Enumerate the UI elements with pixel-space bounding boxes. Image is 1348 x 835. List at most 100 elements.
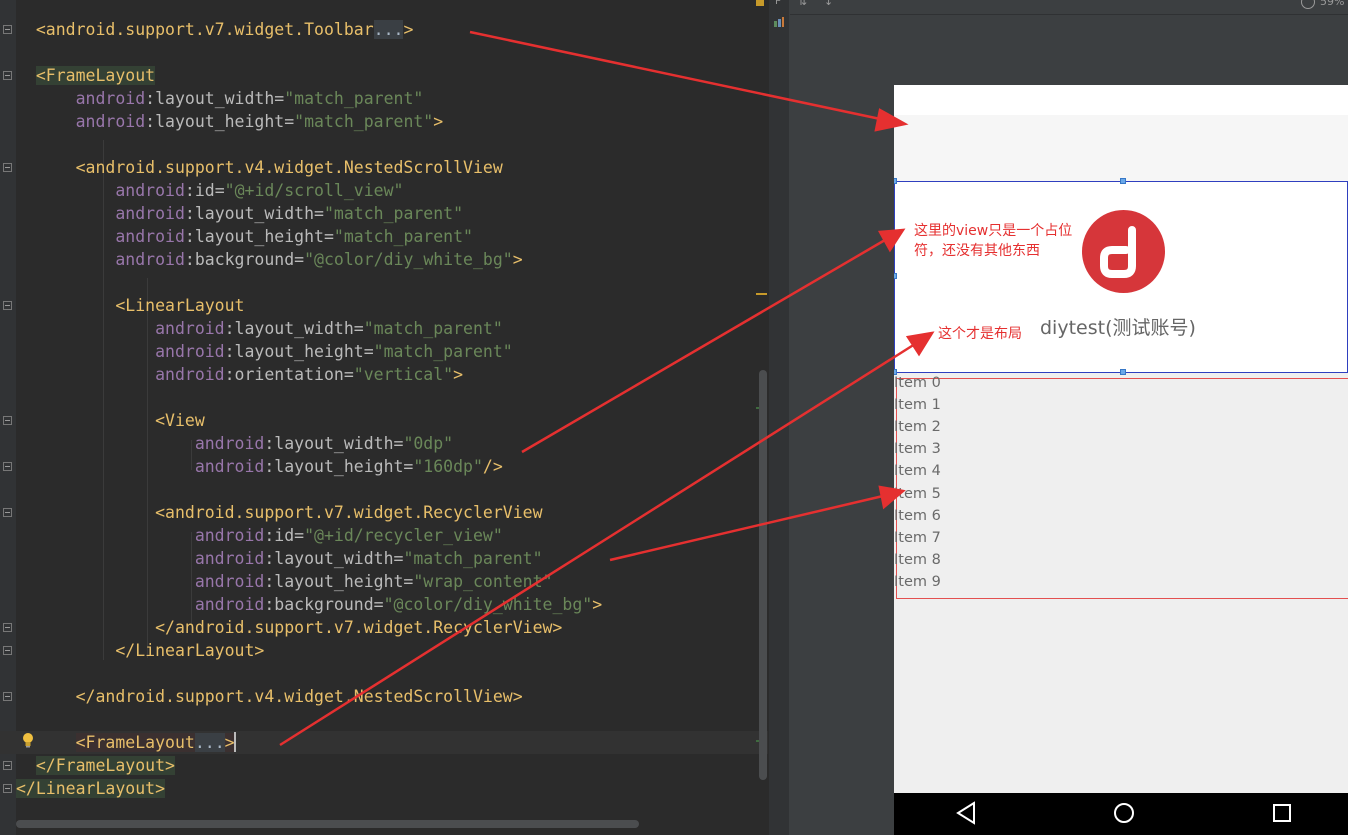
code-token: :layout_width= — [264, 434, 404, 453]
editor-gutter — [0, 0, 16, 835]
xml-tag: </FrameLayout> — [35, 756, 175, 775]
code-token: "0dp" — [403, 434, 454, 453]
code-line[interactable]: android:layout_height="wrap_content" — [16, 570, 553, 593]
code-line[interactable]: </android.support.v7.widget.RecyclerView… — [16, 616, 562, 639]
code-token: android — [115, 227, 185, 246]
code-line[interactable]: android:orientation="vertical"> — [16, 363, 463, 386]
resize-handle[interactable] — [894, 273, 897, 279]
palette-tab-label[interactable]: P — [775, 0, 781, 7]
fold-toggle-icon[interactable] — [3, 646, 12, 655]
fold-toggle-icon[interactable] — [3, 462, 12, 471]
code-line[interactable]: <FrameLayout — [16, 64, 156, 87]
code-line[interactable]: android:layout_height="160dp"/> — [16, 455, 503, 478]
code-line[interactable]: </FrameLayout> — [16, 754, 175, 777]
horizontal-scrollbar[interactable] — [16, 820, 639, 828]
list-item: Item 8 — [894, 551, 941, 568]
code-line[interactable]: android:id="@+id/scroll_view" — [16, 179, 403, 202]
code-token: :background= — [264, 595, 384, 614]
zoom-icon[interactable] — [1301, 0, 1315, 9]
code-line[interactable]: android:layout_width="match_parent" — [16, 87, 424, 110]
code-token: android — [194, 572, 265, 591]
folded-placeholder[interactable]: ... — [194, 733, 225, 752]
recycler-view-outline[interactable] — [896, 378, 1348, 599]
code-token: android — [194, 434, 265, 453]
code-token: android — [155, 365, 225, 384]
code-token: "match_parent" — [373, 342, 513, 361]
list-item: Item 7 — [894, 529, 941, 546]
resize-handle[interactable] — [1120, 178, 1126, 184]
list-item: Item 2 — [894, 419, 941, 436]
xml-tag: /> — [482, 457, 503, 476]
code-token: android — [194, 457, 265, 476]
code-line[interactable]: android:layout_width="0dp" — [16, 432, 453, 455]
folded-placeholder[interactable]: ... — [373, 20, 404, 39]
code-line[interactable]: <android.support.v7.widget.RecyclerView — [16, 501, 542, 524]
fold-toggle-icon[interactable] — [3, 761, 12, 770]
code-line[interactable]: android:layout_height="match_parent" — [16, 340, 513, 363]
code-line[interactable]: android:layout_width="match_parent" — [16, 317, 503, 340]
code-line[interactable]: <android.support.v4.widget.NestedScrollV… — [16, 156, 503, 179]
code-line[interactable]: android:background="@color/diy_white_bg"… — [16, 248, 523, 271]
code-line[interactable]: android:layout_height="match_parent" — [16, 225, 473, 248]
xml-tag: > — [592, 595, 603, 614]
xml-tag: <android.support.v7.widget.Toolbar — [35, 20, 374, 39]
pan-icon[interactable]: ⇅ — [798, 0, 807, 8]
fold-toggle-icon[interactable] — [3, 71, 12, 80]
code-line[interactable]: <LinearLayout — [16, 294, 244, 317]
app-logo-icon — [1082, 210, 1165, 293]
code-token: "wrap_content" — [413, 572, 553, 591]
fold-toggle-icon[interactable] — [3, 623, 12, 632]
fold-toggle-icon[interactable] — [3, 416, 12, 425]
preview-side-strip: P — [768, 0, 789, 835]
fold-toggle-icon[interactable] — [3, 784, 12, 793]
annotation-view-note: 这里的view只是一个占位 符，还没有其他东西 — [914, 221, 1072, 261]
code-token: "@color/diy_white_bg" — [383, 595, 593, 614]
toolbar-preview[interactable] — [894, 115, 1348, 181]
fold-toggle-icon[interactable] — [3, 301, 12, 310]
zoom-level: 59% — [1320, 0, 1345, 8]
code-line[interactable]: android:id="@+id/recycler_view" — [16, 524, 503, 547]
lightbulb-icon[interactable] — [20, 731, 36, 749]
fold-toggle-icon[interactable] — [3, 25, 12, 34]
code-token: :layout_height= — [264, 457, 414, 476]
code-line[interactable]: <View — [16, 409, 205, 432]
code-line[interactable]: <android.support.v7.widget.Toolbar...> — [16, 18, 413, 41]
resize-handle[interactable] — [894, 178, 897, 184]
back-icon[interactable] — [955, 801, 977, 829]
preview-toolbar: ⇅ ↓ 59% — [790, 0, 1348, 15]
warning-marker[interactable] — [756, 293, 767, 295]
code-line[interactable]: </LinearLayout> — [16, 777, 166, 800]
code-line[interactable]: </LinearLayout> — [16, 639, 264, 662]
vertical-scrollbar[interactable] — [759, 370, 767, 780]
code-line[interactable]: </android.support.v4.widget.NestedScroll… — [16, 685, 523, 708]
code-line[interactable]: android:layout_height="match_parent"> — [16, 110, 444, 133]
recents-icon[interactable] — [1271, 801, 1293, 829]
fold-toggle-icon[interactable] — [3, 163, 12, 172]
list-item: Item 6 — [894, 507, 941, 524]
code-line[interactable]: android:layout_width="match_parent" — [16, 202, 463, 225]
arrow-down-icon[interactable]: ↓ — [824, 0, 833, 8]
code-line[interactable]: android:background="@color/diy_white_bg"… — [16, 593, 602, 616]
code-token: :id= — [264, 526, 305, 545]
warning-marker[interactable] — [756, 0, 764, 6]
xml-tag: > — [512, 250, 523, 269]
palette-icon[interactable] — [774, 12, 784, 27]
home-icon[interactable] — [1113, 801, 1135, 829]
code-editor[interactable]: <android.support.v7.widget.Toolbar...> <… — [0, 0, 768, 835]
code-token: android — [155, 342, 225, 361]
fold-toggle-icon[interactable] — [3, 508, 12, 517]
resize-handle[interactable] — [1120, 369, 1126, 375]
list-item: Item 3 — [894, 441, 941, 458]
code-token: android — [75, 112, 146, 131]
code-line[interactable]: <FrameLayout...> — [0, 731, 768, 754]
fold-toggle-icon[interactable] — [3, 692, 12, 701]
list-item: Item 1 — [894, 397, 941, 414]
code-line[interactable]: android:layout_width="match_parent" — [16, 547, 543, 570]
